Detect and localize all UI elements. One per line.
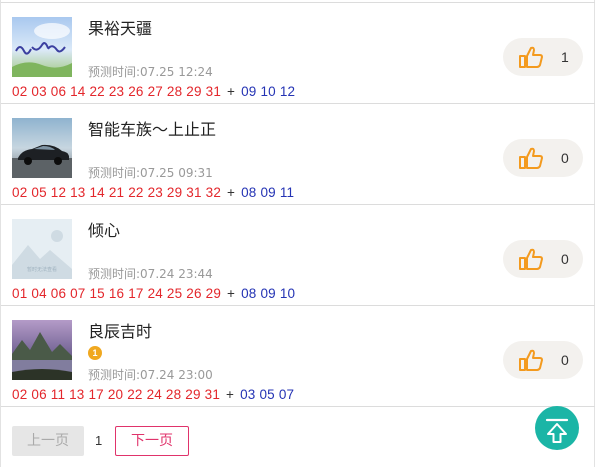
- like-count: 0: [561, 150, 569, 166]
- blue-numbers: 08 09 11: [241, 185, 295, 200]
- plus-sign: +: [227, 84, 236, 99]
- back-to-top-button[interactable]: [535, 406, 579, 450]
- thumbs-up-icon: [519, 147, 543, 169]
- placeholder-avatar-icon[interactable]: 暂时无法查看: [12, 219, 72, 279]
- avatar-caption: 暂时无法查看: [27, 266, 57, 273]
- car-avatar-icon[interactable]: [12, 118, 72, 178]
- forecast-numbers: 01 04 06 07 15 16 17 24 25 26 29 + 08 09…: [12, 286, 295, 301]
- like-count: 0: [561, 352, 569, 368]
- blue-numbers: 03 05 07: [240, 387, 295, 402]
- thumbs-up-icon: [519, 349, 543, 371]
- thumbs-up-icon: [519, 46, 543, 68]
- pagination: 上一页 1 下一页: [1, 412, 595, 467]
- red-numbers: 02 06 11 13 17 20 22 24 28 29 31: [12, 387, 221, 402]
- plus-sign: +: [226, 387, 235, 402]
- like-button[interactable]: 1: [503, 38, 583, 76]
- thumbs-up-icon: [519, 248, 543, 270]
- level-badge: 1: [88, 346, 102, 360]
- red-numbers: 02 03 06 14 22 23 26 27 28 29 31: [12, 84, 222, 99]
- calligraphy-avatar-icon[interactable]: [12, 17, 72, 77]
- forecast-list-page: 果裕天疆 预测时间:07.25 12:24 02 03 06 14 22 23 …: [0, 0, 595, 467]
- like-button[interactable]: 0: [503, 139, 583, 177]
- plus-sign: +: [227, 286, 236, 301]
- current-page: 1: [95, 433, 103, 448]
- forecast-item[interactable]: 智能车族～上止正 预测时间:07.25 09:31 02 05 12 13 14…: [1, 104, 595, 205]
- red-numbers: 01 04 06 07 15 16 17 24 25 26 29: [12, 286, 222, 301]
- user-name: 倾心: [88, 221, 121, 240]
- user-name: 智能车族～上止正: [88, 120, 217, 139]
- like-button[interactable]: 0: [503, 341, 583, 379]
- forecast-time: 预测时间:07.25 09:31: [88, 166, 213, 180]
- forecast-item[interactable]: 暂时无法查看 倾心 预测时间:07.24 23:44 01 04 06 07 1…: [1, 205, 595, 306]
- red-numbers: 02 05 12 13 14 21 22 23 29 31 32: [12, 185, 222, 200]
- next-page-button[interactable]: 下一页: [115, 426, 189, 456]
- forecast-numbers: 02 06 11 13 17 20 22 24 28 29 31 + 03 05…: [12, 387, 294, 402]
- forecast-time: 预测时间:07.24 23:44: [88, 267, 213, 281]
- like-count: 1: [561, 49, 569, 65]
- blue-numbers: 08 09 10: [241, 286, 296, 301]
- forecast-numbers: 02 03 06 14 22 23 26 27 28 29 31 + 09 10…: [12, 84, 295, 99]
- blue-numbers: 09 10 12: [241, 84, 296, 99]
- forecast-time: 预测时间:07.25 12:24: [88, 65, 213, 79]
- prev-page-button[interactable]: 上一页: [12, 426, 84, 456]
- forecast-item[interactable]: 果裕天疆 预测时间:07.25 12:24 02 03 06 14 22 23 …: [1, 3, 595, 104]
- like-button[interactable]: 0: [503, 240, 583, 278]
- user-name: 果裕天疆: [88, 19, 153, 38]
- arrow-up-icon: [545, 418, 569, 443]
- forecast-item[interactable]: 良辰吉时 1 预测时间:07.24 23:00 02 06 11 13 17 2…: [1, 306, 595, 407]
- forecast-time: 预测时间:07.24 23:00: [88, 368, 213, 382]
- plus-sign: +: [227, 185, 236, 200]
- forecast-numbers: 02 05 12 13 14 21 22 23 29 31 32 + 08 09…: [12, 185, 294, 200]
- user-name: 良辰吉时: [88, 322, 153, 341]
- like-count: 0: [561, 251, 569, 267]
- landscape-avatar-icon[interactable]: [12, 320, 72, 380]
